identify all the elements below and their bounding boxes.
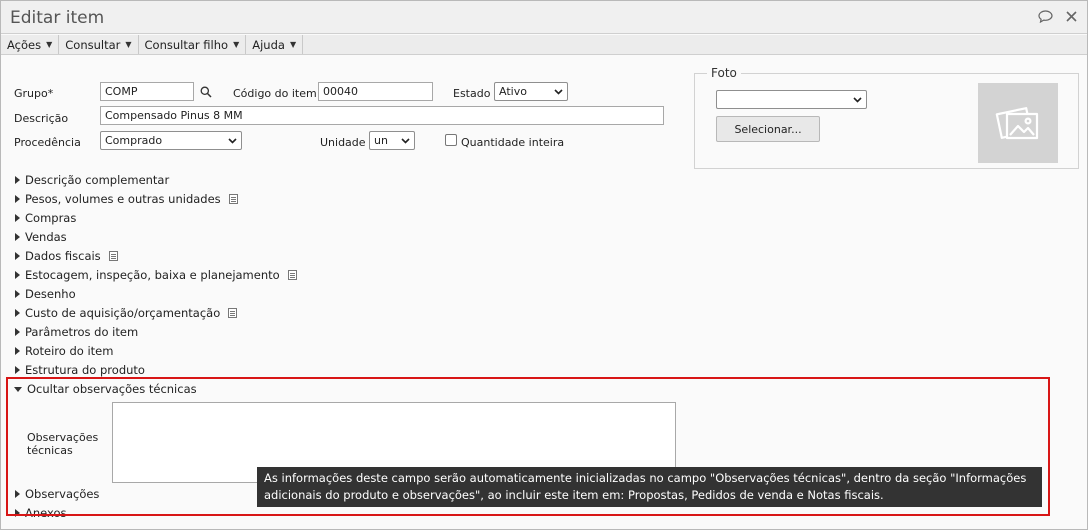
expand-arrow-icon	[15, 309, 20, 317]
document-icon	[287, 270, 297, 280]
section-roteiro-item[interactable]: Roteiro do item	[15, 344, 113, 358]
section-pesos-volumes[interactable]: Pesos, volumes e outras unidades	[15, 192, 238, 206]
chevron-down-icon: ▼	[46, 40, 53, 49]
title-bar: Editar item	[1, 1, 1087, 34]
foto-legend: Foto	[707, 66, 741, 80]
search-icon[interactable]	[200, 86, 212, 98]
quantidade-inteira-label: Quantidade inteira	[461, 136, 565, 149]
menu-ajuda-label: Ajuda	[252, 37, 285, 52]
expand-arrow-icon	[15, 290, 20, 298]
codigo-label: Código do item	[233, 87, 317, 100]
codigo-input[interactable]: 00040	[318, 82, 433, 101]
section-label: Estrutura do produto	[25, 363, 145, 377]
section-dados-fiscais[interactable]: Dados fiscais	[15, 249, 118, 263]
menu-consultar-filho-label: Consultar filho	[144, 37, 229, 52]
chevron-down-icon	[401, 138, 410, 144]
descricao-input[interactable]: Compensado Pinus 8 MM	[100, 106, 664, 125]
photo-placeholder[interactable]	[978, 83, 1058, 163]
expand-arrow-icon	[15, 233, 20, 241]
procedencia-select-value: Comprado	[105, 134, 163, 147]
section-compras[interactable]: Compras	[15, 211, 76, 225]
chevron-down-icon	[853, 97, 862, 103]
section-label: Vendas	[25, 230, 67, 244]
chevron-down-icon: ▼	[289, 40, 297, 49]
section-label: Pesos, volumes e outras unidades	[25, 192, 221, 206]
section-vendas[interactable]: Vendas	[15, 230, 67, 244]
unidade-select[interactable]: un	[369, 131, 415, 150]
grupo-input[interactable]: COMP	[100, 82, 194, 101]
section-custo-aquisicao[interactable]: Custo de aquisição/orçamentação	[15, 306, 238, 320]
section-label: Desenho	[25, 287, 76, 301]
chevron-down-icon: ▼	[125, 40, 132, 49]
section-label: Dados fiscais	[25, 249, 101, 263]
grupo-label: Grupo*	[14, 87, 54, 100]
section-label: Compras	[25, 211, 77, 225]
estado-select[interactable]: Ativo	[494, 82, 568, 101]
selecionar-button[interactable]: Selecionar...	[716, 116, 820, 142]
descricao-label: Descrição	[14, 112, 69, 125]
unidade-label: Unidade	[320, 136, 366, 149]
section-label: Custo de aquisição/orçamentação	[25, 306, 221, 320]
edit-item-window: Editar item Ações ▼ Consultar ▼ Consultar …	[0, 0, 1088, 530]
estado-select-value: Ativo	[499, 85, 527, 98]
expand-arrow-icon	[15, 214, 20, 222]
chevron-down-icon	[228, 138, 237, 144]
section-label: Roteiro do item	[25, 344, 114, 358]
menu-consultar-label: Consultar	[65, 37, 121, 52]
title-icons	[1037, 8, 1079, 24]
window-title: Editar item	[10, 8, 105, 28]
chat-bubble-icon[interactable]	[1037, 8, 1053, 24]
procedencia-select[interactable]: Comprado	[100, 131, 242, 150]
document-icon	[228, 194, 238, 204]
quantidade-inteira-checkbox[interactable]	[445, 134, 457, 146]
menu-bar: Ações ▼ Consultar ▼ Consultar filho ▼ Ajuda…	[1, 35, 1087, 55]
section-label: Parâmetros do item	[25, 325, 139, 339]
expand-arrow-icon	[15, 252, 20, 260]
menu-ajuda[interactable]: Ajuda ▼	[246, 35, 304, 54]
menu-acoes-label: Ações	[7, 37, 42, 52]
document-icon	[228, 308, 238, 318]
procedencia-label: Procedência	[14, 136, 81, 149]
section-estocagem[interactable]: Estocagem, inspeção, baixa e planejament…	[15, 268, 297, 282]
section-parametros-item[interactable]: Parâmetros do item	[15, 325, 138, 339]
section-desenho[interactable]: Desenho	[15, 287, 76, 301]
menu-consultar-filho[interactable]: Consultar filho ▼	[139, 35, 247, 54]
section-descricao-complementar[interactable]: Descrição complementar	[15, 173, 169, 187]
chevron-down-icon	[554, 89, 563, 95]
section-estrutura-produto[interactable]: Estrutura do produto	[15, 363, 145, 377]
expand-arrow-icon	[15, 366, 20, 374]
document-icon	[108, 251, 118, 261]
expand-arrow-icon	[15, 271, 20, 279]
image-placeholder-icon	[995, 107, 1039, 140]
expand-arrow-icon	[15, 195, 20, 203]
tooltip: As informações deste campo serão automat…	[257, 467, 1042, 507]
foto-select[interactable]	[716, 90, 867, 109]
expand-arrow-icon	[15, 347, 20, 355]
expand-arrow-icon	[15, 176, 20, 184]
menu-acoes[interactable]: Ações ▼	[1, 35, 60, 54]
expand-arrow-icon	[15, 328, 20, 336]
unidade-select-value: un	[374, 134, 388, 147]
menu-consultar[interactable]: Consultar ▼	[59, 35, 139, 54]
estado-label: Estado	[453, 87, 491, 100]
close-icon[interactable]	[1063, 8, 1079, 24]
section-label: Estocagem, inspeção, baixa e planejament…	[25, 268, 280, 282]
chevron-down-icon: ▼	[233, 40, 240, 49]
section-label: Descrição complementar	[25, 173, 170, 187]
